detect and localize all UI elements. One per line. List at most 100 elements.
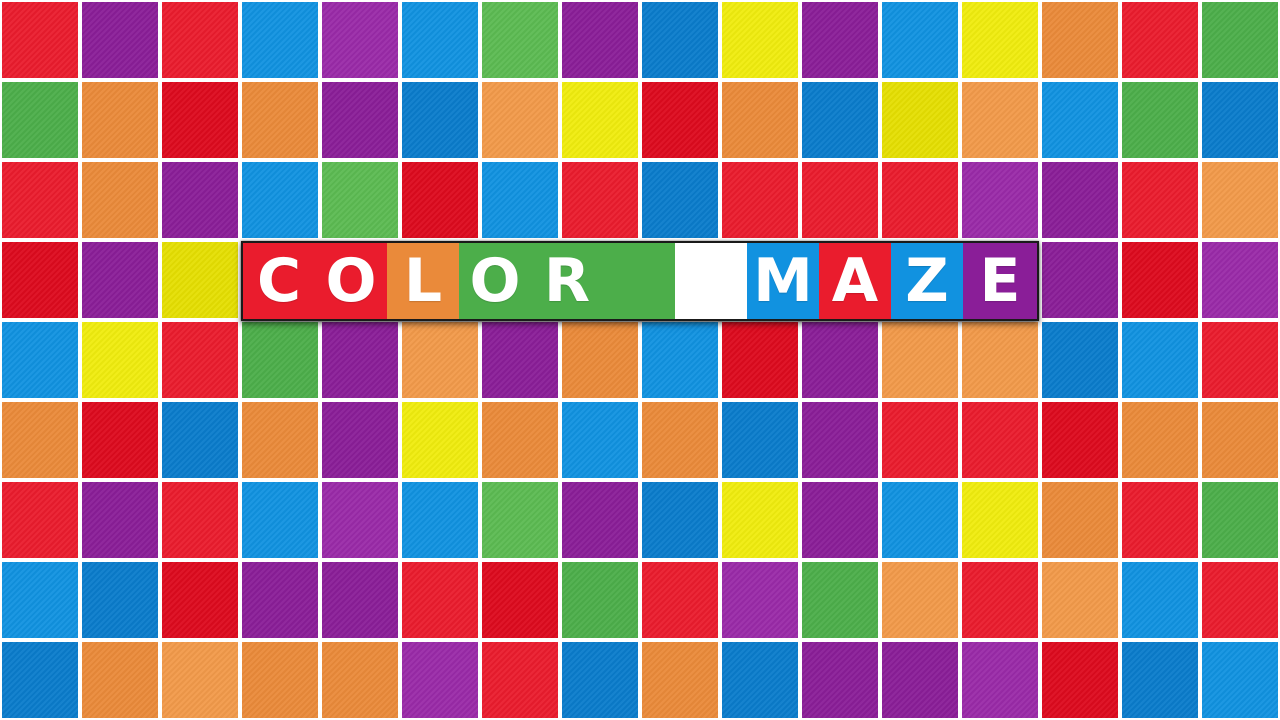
maze-tile[interactable] [82,402,158,478]
maze-tile[interactable] [722,322,798,398]
maze-tile[interactable] [722,482,798,558]
maze-tile[interactable] [402,562,478,638]
maze-tile[interactable] [1202,82,1278,158]
maze-tile[interactable] [1122,322,1198,398]
maze-tile[interactable] [1202,242,1278,318]
maze-tile[interactable] [882,2,958,78]
maze-tile[interactable] [1122,162,1198,238]
maze-tile[interactable] [962,162,1038,238]
maze-tile[interactable] [1122,402,1198,478]
maze-tile[interactable] [722,562,798,638]
maze-tile[interactable] [642,162,718,238]
maze-tile[interactable] [322,402,398,478]
maze-tile[interactable] [962,2,1038,78]
maze-tile[interactable] [482,82,558,158]
maze-tile[interactable] [882,322,958,398]
maze-tile[interactable] [2,562,78,638]
maze-tile[interactable] [162,322,238,398]
maze-tile[interactable] [562,562,638,638]
maze-tile[interactable] [722,2,798,78]
maze-tile[interactable] [642,562,718,638]
maze-tile[interactable] [162,482,238,558]
maze-tile[interactable] [722,82,798,158]
maze-tile[interactable] [162,82,238,158]
maze-tile[interactable] [402,642,478,718]
maze-tile[interactable] [322,482,398,558]
maze-tile[interactable] [882,562,958,638]
maze-tile[interactable] [482,162,558,238]
maze-tile[interactable] [802,642,878,718]
maze-tile[interactable] [802,562,878,638]
maze-tile[interactable] [1042,2,1118,78]
maze-tile[interactable] [722,642,798,718]
maze-tile[interactable] [242,642,318,718]
maze-tile[interactable] [802,402,878,478]
maze-tile[interactable] [82,162,158,238]
maze-tile[interactable] [482,642,558,718]
maze-tile[interactable] [642,82,718,158]
maze-tile[interactable] [242,402,318,478]
maze-tile[interactable] [482,2,558,78]
maze-tile[interactable] [402,82,478,158]
maze-tile[interactable] [402,482,478,558]
maze-tile[interactable] [2,82,78,158]
maze-tile[interactable] [1202,322,1278,398]
maze-tile[interactable] [82,242,158,318]
maze-tile[interactable] [322,642,398,718]
maze-tile[interactable] [882,82,958,158]
maze-tile[interactable] [1042,322,1118,398]
maze-tile[interactable] [1122,2,1198,78]
maze-tile[interactable] [242,2,318,78]
maze-tile[interactable] [562,162,638,238]
maze-tile[interactable] [1042,402,1118,478]
maze-tile[interactable] [802,2,878,78]
maze-tile[interactable] [162,242,238,318]
maze-tile[interactable] [802,82,878,158]
maze-tile[interactable] [402,162,478,238]
maze-tile[interactable] [2,482,78,558]
maze-tile[interactable] [242,482,318,558]
maze-tile[interactable] [962,402,1038,478]
maze-tile[interactable] [482,322,558,398]
maze-tile[interactable] [1122,482,1198,558]
maze-tile[interactable] [962,82,1038,158]
maze-tile[interactable] [1202,162,1278,238]
maze-tile[interactable] [322,82,398,158]
maze-tile[interactable] [642,2,718,78]
maze-tile[interactable] [802,322,878,398]
maze-tile[interactable] [2,242,78,318]
maze-tile[interactable] [162,2,238,78]
maze-tile[interactable] [482,562,558,638]
maze-tile[interactable] [882,402,958,478]
maze-tile[interactable] [562,482,638,558]
maze-tile[interactable] [642,642,718,718]
maze-tile[interactable] [2,2,78,78]
maze-tile[interactable] [82,642,158,718]
maze-tile[interactable] [322,322,398,398]
maze-tile[interactable] [562,642,638,718]
maze-tile[interactable] [1202,482,1278,558]
maze-tile[interactable] [1122,562,1198,638]
maze-tile[interactable] [82,482,158,558]
maze-tile[interactable] [482,482,558,558]
maze-tile[interactable] [82,322,158,398]
maze-tile[interactable] [402,402,478,478]
maze-tile[interactable] [562,402,638,478]
maze-tile[interactable] [402,2,478,78]
maze-tile[interactable] [1122,82,1198,158]
maze-tile[interactable] [1042,562,1118,638]
maze-tile[interactable] [1042,82,1118,158]
maze-tile[interactable] [1042,162,1118,238]
maze-tile[interactable] [1042,642,1118,718]
maze-tile[interactable] [1202,402,1278,478]
maze-tile[interactable] [82,562,158,638]
maze-tile[interactable] [2,402,78,478]
maze-tile[interactable] [962,482,1038,558]
maze-tile[interactable] [962,322,1038,398]
maze-tile[interactable] [802,162,878,238]
maze-tile[interactable] [882,642,958,718]
maze-tile[interactable] [562,322,638,398]
maze-tile[interactable] [642,322,718,398]
maze-tile[interactable] [2,162,78,238]
maze-tile[interactable] [962,562,1038,638]
